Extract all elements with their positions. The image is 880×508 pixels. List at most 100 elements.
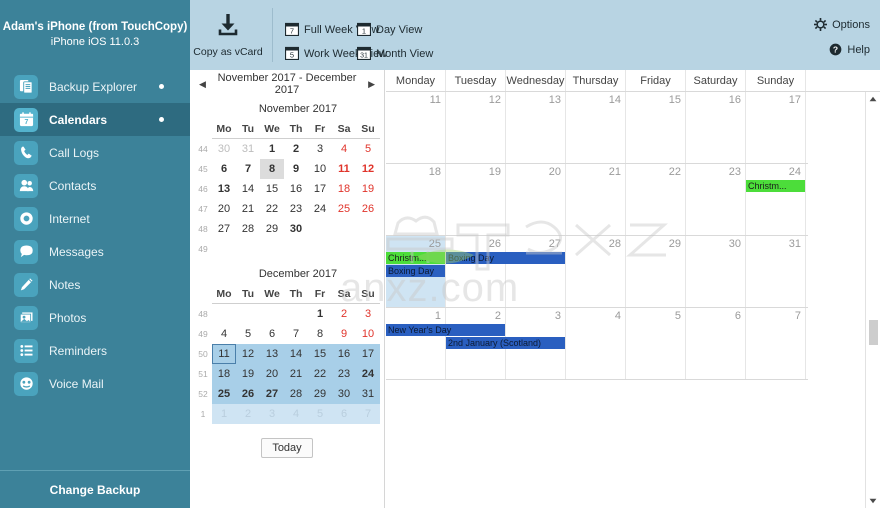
calendar-day-cell[interactable]: 22 xyxy=(626,164,686,235)
sidebar-item-reminders[interactable]: Reminders xyxy=(0,334,190,367)
mini-calendar-day[interactable]: 20 xyxy=(260,364,284,384)
calendar-event[interactable]: Boxing Day xyxy=(446,252,565,264)
month-view-button[interactable]: 31 Month View xyxy=(356,43,433,65)
calendar-day-cell[interactable]: 11 xyxy=(386,92,446,163)
mini-calendar-day[interactable]: 20 xyxy=(212,199,236,219)
mini-calendar-day[interactable]: 1 xyxy=(212,404,236,424)
mini-calendar-day[interactable] xyxy=(236,239,260,259)
calendar-event[interactable]: Christm... xyxy=(386,252,445,264)
calendar-day-cell[interactable]: 14 xyxy=(566,92,626,163)
sidebar-item-backup-explorer[interactable]: Backup Explorer xyxy=(0,70,190,103)
mini-calendar-day[interactable] xyxy=(356,219,380,239)
sidebar-item-contacts[interactable]: Contacts xyxy=(0,169,190,202)
calendar-day-cell[interactable]: 15 xyxy=(626,92,686,163)
mini-calendar-day[interactable]: 7 xyxy=(284,324,308,344)
mini-calendar-day[interactable]: 28 xyxy=(284,384,308,404)
mini-calendar-day[interactable]: 5 xyxy=(236,324,260,344)
mini-calendar-day[interactable]: 30 xyxy=(332,384,356,404)
mini-calendar-day[interactable]: 26 xyxy=(356,199,380,219)
mini-calendar-day[interactable]: 1 xyxy=(308,304,332,324)
mini-calendar-day[interactable]: 6 xyxy=(332,404,356,424)
mini-calendar-day[interactable]: 7 xyxy=(236,159,260,179)
scroll-down-arrow-icon[interactable] xyxy=(866,494,880,508)
sidebar-item-photos[interactable]: Photos xyxy=(0,301,190,334)
mini-calendar-day[interactable] xyxy=(308,219,332,239)
mini-calendar-day[interactable]: 18 xyxy=(212,364,236,384)
calendar-day-cell[interactable]: 21 xyxy=(566,164,626,235)
mini-calendar-day[interactable] xyxy=(308,239,332,259)
mini-calendar-day[interactable]: 9 xyxy=(332,324,356,344)
day-view-button[interactable]: 1 Day View xyxy=(356,19,422,41)
options-button[interactable]: Options xyxy=(814,18,870,31)
mini-calendar-day[interactable]: 19 xyxy=(356,179,380,199)
calendar-day-cell[interactable]: 26 xyxy=(446,236,506,307)
calendar-day-cell[interactable]: 19 xyxy=(446,164,506,235)
calendar-day-cell[interactable]: 28 xyxy=(566,236,626,307)
mini-calendar-day[interactable]: 24 xyxy=(356,364,380,384)
mini-calendar-day[interactable] xyxy=(260,304,284,324)
calendar-day-cell[interactable]: 1 xyxy=(386,308,446,379)
mini-calendar-day[interactable]: 21 xyxy=(236,199,260,219)
mini-calendar-day[interactable]: 23 xyxy=(332,364,356,384)
mini-calendar-day[interactable] xyxy=(356,239,380,259)
mini-calendar-day[interactable]: 19 xyxy=(236,364,260,384)
mini-calendar-day[interactable]: 25 xyxy=(212,384,236,404)
mini-calendar-day[interactable]: 3 xyxy=(356,304,380,324)
mini-calendar-day[interactable]: 10 xyxy=(356,324,380,344)
sidebar-item-notes[interactable]: Notes xyxy=(0,268,190,301)
calendar-day-cell[interactable]: 24 xyxy=(746,164,806,235)
mini-calendar-day[interactable]: 17 xyxy=(356,344,380,364)
sidebar-item-voice-mail[interactable]: Voice Mail xyxy=(0,367,190,400)
calendar-day-cell[interactable]: 13 xyxy=(506,92,566,163)
calendar-day-cell[interactable]: 4 xyxy=(566,308,626,379)
calendar-day-cell[interactable]: 6 xyxy=(686,308,746,379)
help-button[interactable]: ? Help xyxy=(829,43,870,56)
calendar-day-cell[interactable]: 27 xyxy=(506,236,566,307)
mini-calendar-day[interactable]: 13 xyxy=(212,179,236,199)
change-backup-button[interactable]: Change Backup xyxy=(0,470,190,508)
chevron-left-icon[interactable]: ◀ xyxy=(196,79,209,90)
calendar-event[interactable]: Christm... xyxy=(746,180,805,192)
mini-calendar-day[interactable] xyxy=(260,239,284,259)
mini-calendar-day[interactable]: 23 xyxy=(284,199,308,219)
mini-calendar-day[interactable]: 14 xyxy=(236,179,260,199)
mini-calendar-day[interactable]: 27 xyxy=(212,219,236,239)
calendar-day-cell[interactable]: 31 xyxy=(746,236,806,307)
mini-calendar-day[interactable]: 11 xyxy=(332,159,356,179)
mini-calendar-day[interactable]: 25 xyxy=(332,199,356,219)
mini-calendar-day[interactable]: 30 xyxy=(212,139,236,159)
mini-calendar-day[interactable]: 5 xyxy=(308,404,332,424)
mini-calendar-day[interactable]: 12 xyxy=(236,344,260,364)
mini-calendar-day[interactable]: 21 xyxy=(284,364,308,384)
scrollbar-thumb[interactable] xyxy=(869,320,878,345)
sidebar-item-calendars[interactable]: 7 Calendars xyxy=(0,103,190,136)
calendar-day-cell[interactable]: 29 xyxy=(626,236,686,307)
mini-calendar-day[interactable]: 13 xyxy=(260,344,284,364)
mini-calendar-day[interactable]: 31 xyxy=(236,139,260,159)
mini-calendar-day[interactable]: 24 xyxy=(308,199,332,219)
mini-calendar-day[interactable]: 1 xyxy=(260,139,284,159)
calendar-day-cell[interactable]: 16 xyxy=(686,92,746,163)
mini-calendar-day[interactable]: 8 xyxy=(260,159,284,179)
mini-calendar-day[interactable]: 5 xyxy=(356,139,380,159)
mini-calendar-day[interactable]: 29 xyxy=(308,384,332,404)
mini-calendar-day[interactable]: 6 xyxy=(212,159,236,179)
calendar-event[interactable]: Boxing Day xyxy=(386,265,445,277)
mini-calendar-day[interactable] xyxy=(332,239,356,259)
calendar-day-cell[interactable]: 5 xyxy=(626,308,686,379)
mini-calendar-day[interactable] xyxy=(212,239,236,259)
mini-calendar-day[interactable]: 15 xyxy=(260,179,284,199)
mini-calendar-day[interactable]: 28 xyxy=(236,219,260,239)
calendar-day-cell[interactable]: 20 xyxy=(506,164,566,235)
calendar-day-cell[interactable]: 23 xyxy=(686,164,746,235)
today-button[interactable]: Today xyxy=(261,438,313,458)
mini-calendar-day[interactable]: 4 xyxy=(332,139,356,159)
mini-calendar-day[interactable] xyxy=(284,239,308,259)
mini-calendar-day[interactable]: 3 xyxy=(260,404,284,424)
mini-calendar-day[interactable]: 30 xyxy=(284,219,308,239)
calendar-day-cell[interactable]: 12 xyxy=(446,92,506,163)
mini-calendar-day[interactable]: 11 xyxy=(212,344,236,364)
mini-calendar-day[interactable]: 17 xyxy=(308,179,332,199)
mini-calendar-day[interactable]: 31 xyxy=(356,384,380,404)
copy-as-vcard-button[interactable]: Copy as vCard xyxy=(192,2,264,68)
